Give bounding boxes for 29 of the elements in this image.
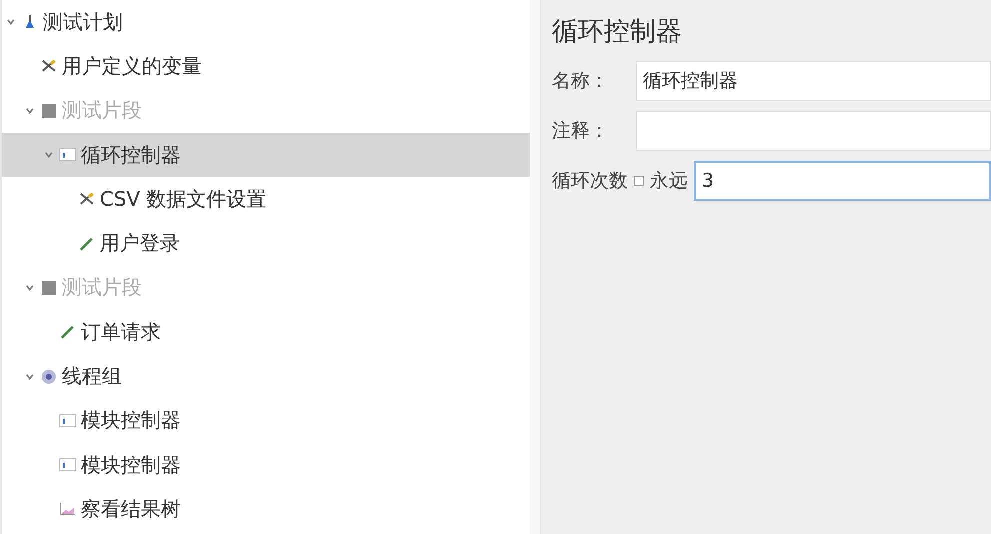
chevron-icon[interactable] [7,19,15,26]
tools-icon [41,59,57,74]
chevron-icon[interactable] [26,374,34,380]
comment-field[interactable] [636,111,991,151]
loop-count-label: 循环次数 [552,169,628,194]
tree-item[interactable]: 察看结果树 [2,487,530,532]
comment-label: 注释： [552,119,610,144]
flask-icon [24,14,36,30]
square-icon [41,280,57,296]
tree-item[interactable]: 用户定义的变量 [2,44,530,89]
tools-icon [79,192,95,206]
tree-item[interactable]: 模块控制器 [2,442,530,488]
panel-icon [59,458,77,472]
pencil-icon [60,324,76,340]
tree-item[interactable]: 线程组 [2,354,530,399]
panel-title: 循环控制器 [552,16,683,49]
square-icon [41,102,57,119]
name-label: 名称： [552,69,610,94]
panel-icon [59,148,77,162]
forever-checkbox[interactable] [634,176,644,186]
name-field[interactable]: 循环控制器 [636,61,991,101]
tree-item[interactable]: 测试计划 [2,0,530,44]
gear-icon [40,368,58,386]
loop-count-field[interactable]: 3 [694,161,991,201]
pencil-icon [79,236,95,252]
panel-icon [59,414,77,428]
forever-label: 永远 [650,169,688,194]
tree-item[interactable]: 模块控制器 [2,398,530,443]
chart-icon [60,502,76,516]
